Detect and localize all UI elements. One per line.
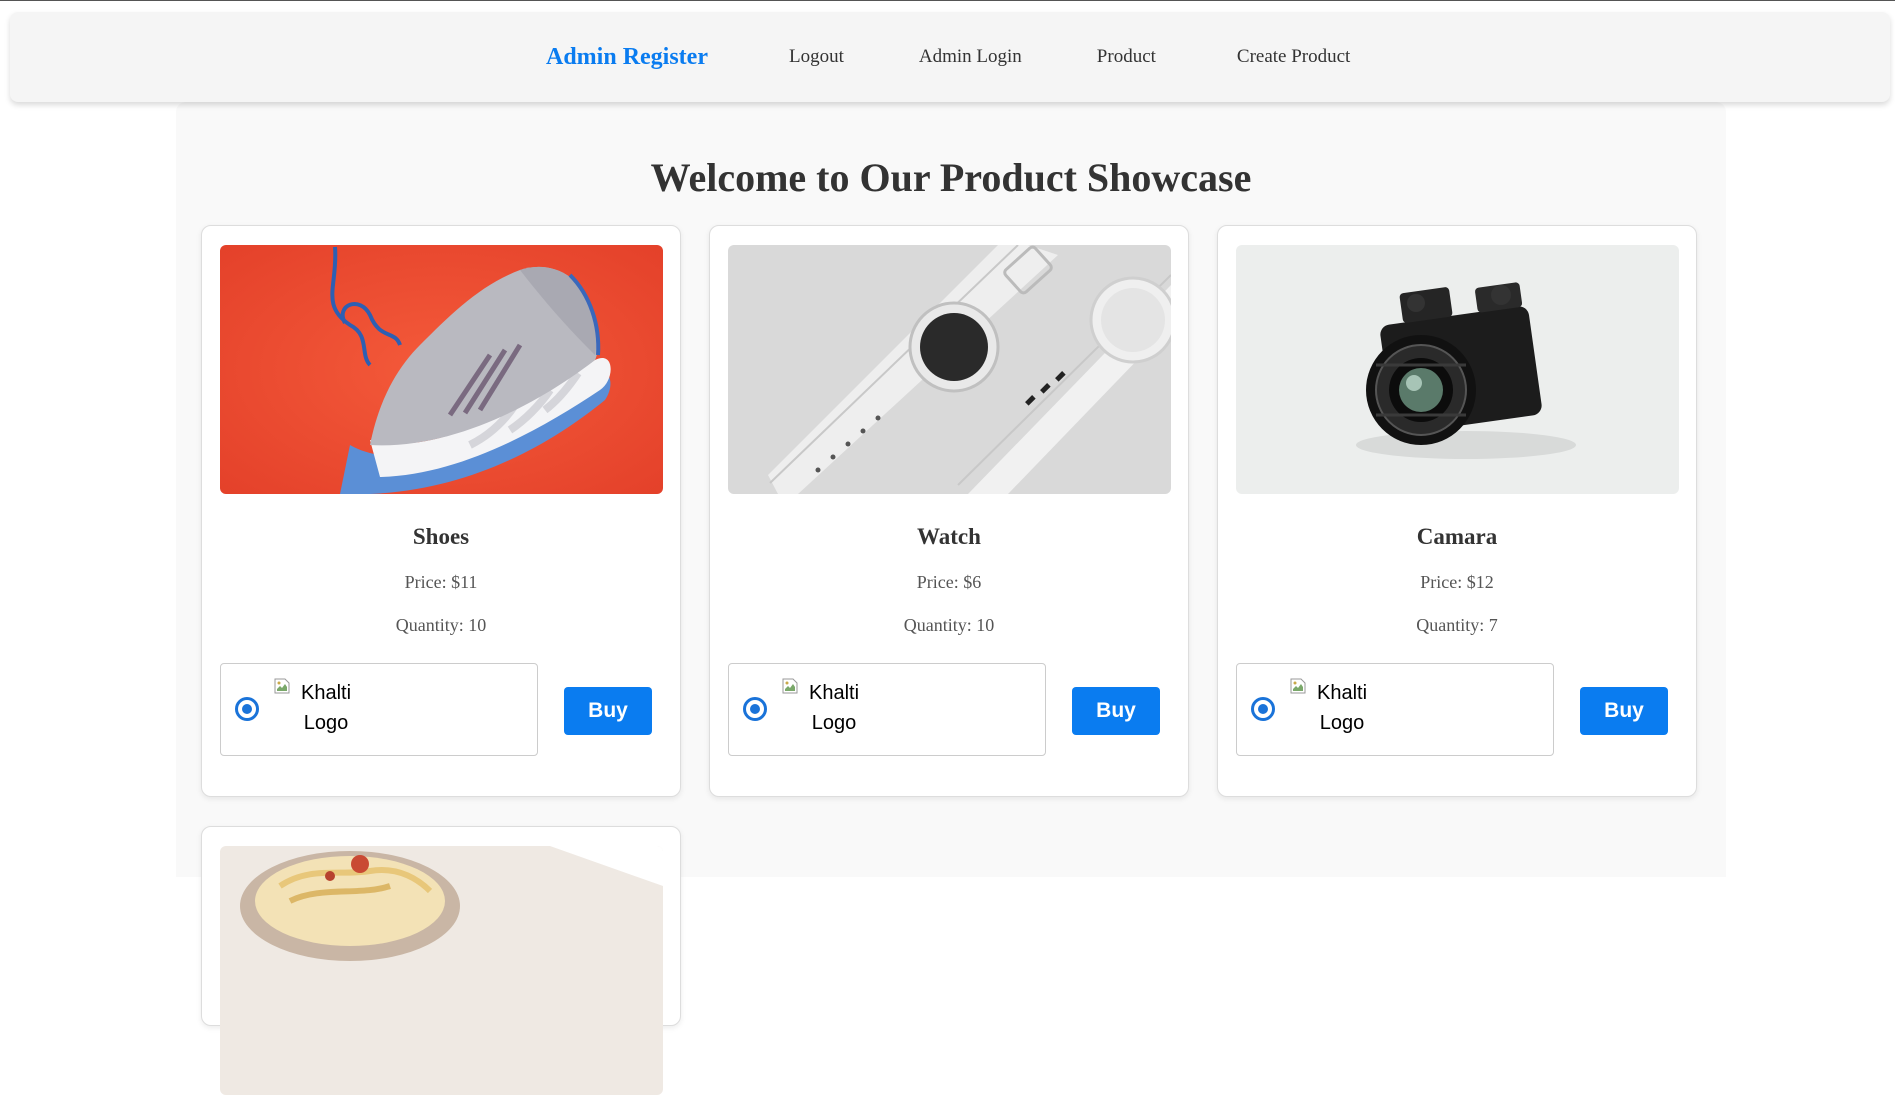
- product-price: Price: $6: [916, 572, 982, 592]
- nav-link-logout[interactable]: Logout: [789, 46, 844, 68]
- product-name: Camara: [1416, 524, 1498, 549]
- broken-image-icon: [782, 678, 798, 694]
- nav-link-create-product[interactable]: Create Product: [1237, 46, 1350, 68]
- logo-alt-line-2: Logo: [303, 712, 349, 734]
- product-price: Price: $11: [404, 572, 478, 592]
- product-card-watch: Watch Price: $6 Quantity: 10 Khalti Logo…: [709, 225, 1189, 797]
- product-card-shoes: Shoes Price: $11 Quantity: 10 Khalti Log…: [201, 225, 681, 797]
- product-image-watch: [728, 245, 1171, 494]
- top-border: [0, 0, 1895, 1]
- product-image-pasta: [220, 846, 663, 1095]
- main-content: Welcome to Our Product Showcase Shoes Pr…: [176, 102, 1726, 1095]
- buy-button[interactable]: Buy: [564, 687, 652, 735]
- page-title: Welcome to Our Product Showcase: [650, 155, 1252, 200]
- product-image-shoes: [220, 245, 663, 494]
- broken-image-icon: [1290, 678, 1306, 694]
- product-card-partial: [201, 826, 681, 1095]
- payment-option-khalti: Khalti Logo: [220, 663, 538, 756]
- khalti-logo-alt: Khalti Logo: [291, 678, 361, 738]
- buy-button[interactable]: Buy: [1580, 687, 1668, 735]
- khalti-radio[interactable]: [743, 697, 767, 721]
- khalti-logo-alt: Khalti Logo: [799, 678, 869, 738]
- nav-links: Admin Register Logout Admin Login Produc…: [546, 12, 1350, 102]
- logo-alt-line-1: Khalti: [1316, 682, 1368, 704]
- buy-button[interactable]: Buy: [1072, 687, 1160, 735]
- product-name: Shoes: [412, 524, 470, 549]
- navbar: Admin Register Logout Admin Login Produc…: [10, 12, 1890, 102]
- product-name: Watch: [917, 524, 981, 549]
- payment-option-khalti: Khalti Logo: [728, 663, 1046, 756]
- nav-link-product[interactable]: Product: [1097, 46, 1156, 68]
- logo-alt-line-1: Khalti: [808, 682, 860, 704]
- broken-image-icon: [274, 678, 290, 694]
- logo-alt-line-2: Logo: [811, 712, 857, 734]
- logo-alt-line-2: Logo: [1319, 712, 1365, 734]
- product-card-camara: Camara Price: $12 Quantity: 7 Khalti Log…: [1217, 225, 1697, 797]
- khalti-radio[interactable]: [1251, 697, 1275, 721]
- product-quantity: Quantity: 10: [395, 615, 487, 635]
- payment-option-khalti: Khalti Logo: [1236, 663, 1554, 756]
- nav-link-admin-login[interactable]: Admin Login: [919, 46, 1022, 68]
- khalti-radio[interactable]: [235, 697, 259, 721]
- nav-brand-admin-register[interactable]: Admin Register: [546, 44, 708, 71]
- product-quantity: Quantity: 10: [903, 615, 995, 635]
- product-image-camara: [1236, 245, 1679, 494]
- product-quantity: Quantity: 7: [1416, 615, 1498, 635]
- khalti-logo-alt: Khalti Logo: [1307, 678, 1377, 738]
- product-price: Price: $12: [1420, 572, 1494, 592]
- logo-alt-line-1: Khalti: [300, 682, 352, 704]
